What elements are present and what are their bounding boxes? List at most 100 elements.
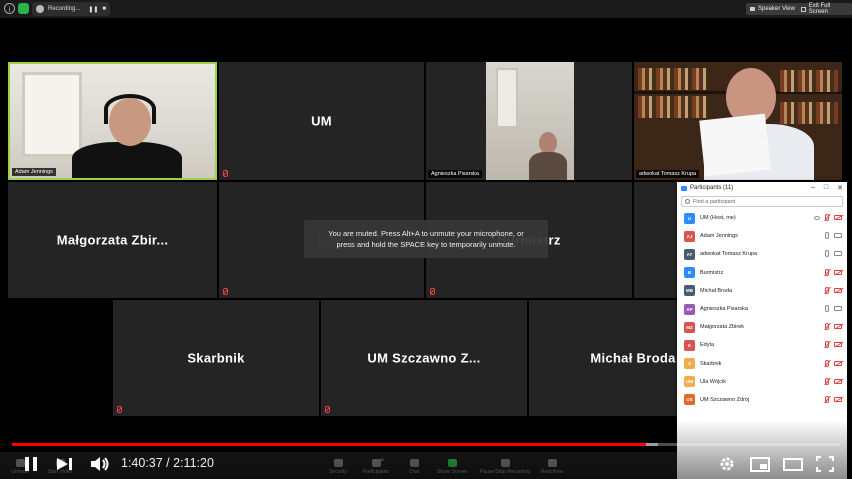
video-off-icon[interactable] [834, 324, 842, 330]
video-tile-um-szczawno-zdroj[interactable]: UM Szczawno Z... [321, 300, 527, 416]
exit-full-screen-icon [801, 6, 806, 12]
muted-mic-icon [222, 170, 228, 177]
participant-avatar: US [684, 394, 695, 406]
headset-icon [104, 94, 156, 124]
video-tile-adam-jennings[interactable]: Adam Jennings [8, 62, 217, 180]
participant-name: Małgorzata Zbirek [700, 324, 745, 331]
participant-avatar: E [684, 339, 695, 351]
find-participant-input[interactable]: Find a participant [681, 196, 843, 207]
mic-muted-icon[interactable] [825, 268, 829, 276]
video-off-icon[interactable] [834, 378, 842, 384]
find-participant-placeholder: Find a participant [693, 198, 736, 205]
pause-button[interactable] [18, 454, 44, 474]
mic-muted-icon[interactable] [825, 395, 829, 403]
mic-icon[interactable] [825, 232, 829, 240]
participant-row[interactable]: AJ Adam Jennings [677, 227, 847, 245]
participant-row[interactable]: MZ Małgorzata Zbirek [677, 318, 847, 336]
participant-avatar: B [684, 267, 695, 279]
pause-recording-icon[interactable]: ❚❚ [88, 6, 98, 13]
video-off-icon[interactable] [834, 396, 842, 402]
participant-name: Agnieszka Pisarska [700, 306, 748, 313]
participant-name: Edyta [700, 342, 715, 349]
video-off-icon[interactable] [834, 287, 842, 293]
shield-icon[interactable] [18, 3, 29, 14]
stop-recording-icon[interactable]: ■ [102, 6, 106, 12]
next-button[interactable] [52, 454, 78, 474]
time-display: 1:40:37 / 2:11:20 [121, 456, 214, 470]
video-off-icon[interactable] [834, 269, 842, 275]
muted-notification-line1: You are muted. Press Alt+A to unmute you… [328, 229, 524, 238]
participant-row[interactable]: B Burmistrz [677, 264, 847, 282]
video-off-icon[interactable] [834, 215, 842, 220]
mic-muted-icon[interactable] [825, 214, 829, 221]
participant-row[interactable]: UW Ula Wójcik [677, 373, 847, 391]
participants-button[interactable]: 11 Participants [356, 457, 396, 475]
participant-row[interactable]: E Edyta [677, 336, 847, 354]
close-icon[interactable]: ✕ [837, 184, 843, 192]
reactions-button[interactable]: Reactions [532, 459, 572, 475]
participant-avatar: AP [684, 303, 695, 315]
pause-icon [25, 457, 37, 471]
chat-button[interactable]: Chat [394, 459, 434, 475]
mic-muted-icon[interactable] [825, 286, 829, 294]
participant-row[interactable]: US UM Szczawno Zdrój [677, 391, 847, 409]
security-button[interactable]: Security [318, 459, 358, 475]
mic-muted-icon[interactable] [825, 323, 829, 331]
progress-played [12, 443, 647, 446]
background-window [22, 72, 82, 157]
mic-muted-icon[interactable] [825, 377, 829, 385]
mic-icon[interactable] [825, 250, 829, 258]
minimize-icon[interactable]: – [811, 184, 815, 192]
participant-row[interactable]: AP Agnieszka Pisarska [677, 300, 847, 318]
video-icon[interactable] [834, 305, 842, 311]
participant-avatar: U [684, 212, 695, 224]
video-tile-malgorzata-zbirek[interactable]: Małgorzata Zbir... [8, 182, 217, 298]
participant-row[interactable]: AT adwokat Tomasz Krupa [677, 245, 847, 263]
pause-stop-recording-button[interactable]: Pause/Stop Recording [478, 459, 532, 475]
video-icon[interactable] [834, 233, 842, 239]
participant-row[interactable]: S Skarbnik [677, 355, 847, 373]
reactions-label: Reactions [540, 469, 564, 475]
participant-name: adwokat Tomasz Krupa [700, 251, 758, 258]
video-tile-tomasz-krupa[interactable]: adwokat Tomasz Krupa [634, 62, 842, 180]
muted-mic-icon [324, 406, 330, 413]
volume-button[interactable] [88, 454, 112, 474]
video-tile-michal-broda[interactable]: Michał Broda [529, 300, 677, 416]
video-off-icon[interactable] [834, 342, 842, 348]
participant-avatar: AT [684, 248, 695, 260]
maximize-icon[interactable]: □ [824, 184, 828, 192]
participant-status-icons [825, 377, 842, 385]
mic-icon[interactable] [825, 304, 829, 312]
info-icon[interactable]: i [4, 3, 15, 14]
pause-icon [500, 459, 510, 467]
video-off-icon[interactable] [834, 360, 842, 366]
mic-muted-icon[interactable] [825, 341, 829, 349]
chat-label: Chat [408, 469, 420, 475]
video-tile-agnieszka-pisarska[interactable]: Agnieszka Pisarska [426, 62, 632, 180]
fullscreen-button[interactable] [813, 453, 837, 475]
tile-name-label: Agnieszka Pisarska [428, 170, 482, 178]
pause-recording-label: Pause/Stop Recording [479, 469, 531, 475]
video-tile-skarbnik[interactable]: Skarbnik [113, 300, 319, 416]
speaker-view-button[interactable]: Speaker View [746, 3, 799, 15]
muted-mic-icon [429, 288, 435, 295]
miniplayer-button[interactable] [748, 453, 772, 475]
theater-mode-button[interactable] [781, 453, 805, 475]
video-tile-um[interactable]: UM [219, 62, 424, 180]
share-screen-button[interactable]: Share Screen [432, 459, 472, 475]
exit-full-screen-button[interactable]: Exit Full Screen [797, 3, 852, 15]
participant-avatar: S [684, 358, 695, 370]
participant-avatar: UW [684, 376, 695, 388]
participant-row[interactable]: U UM (Host, me) [677, 209, 847, 227]
participant-name: UM (Host, me) [700, 215, 736, 222]
participant-avatar: MB [684, 285, 695, 297]
settings-button[interactable] [716, 453, 738, 475]
progress-bar[interactable] [12, 443, 840, 446]
mic-muted-icon[interactable] [825, 359, 829, 367]
participant-row[interactable]: MB Michał Broda [677, 282, 847, 300]
video-icon[interactable] [834, 251, 842, 257]
participants-count-badge: 11 [380, 457, 385, 462]
miniplayer-icon [750, 456, 770, 472]
zoom-icon [681, 185, 687, 191]
grid-icon [750, 7, 755, 11]
